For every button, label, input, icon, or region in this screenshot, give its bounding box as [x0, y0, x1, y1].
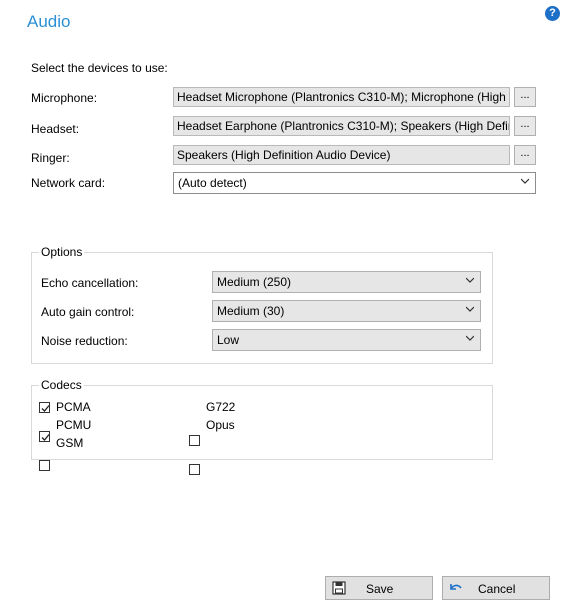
- pcma-checkbox[interactable]: [39, 402, 50, 413]
- opus-checkbox[interactable]: [189, 464, 200, 475]
- floppy-disk-icon: [332, 581, 346, 595]
- chevron-down-icon: [466, 277, 474, 283]
- pcmu-checkbox[interactable]: [39, 431, 50, 442]
- g722-label: G722: [206, 400, 236, 414]
- check-icon: [41, 405, 50, 412]
- noise-reduction-select[interactable]: Low: [212, 329, 481, 351]
- devices-intro: Select the devices to use:: [31, 61, 168, 75]
- chevron-down-icon: [466, 306, 474, 312]
- network-card-select[interactable]: (Auto detect): [173, 172, 536, 194]
- ringer-browse-button[interactable]: ...: [514, 145, 536, 165]
- cancel-button[interactable]: Cancel: [442, 576, 550, 600]
- save-button[interactable]: Save: [325, 576, 433, 600]
- opus-label: Opus: [206, 418, 235, 432]
- page-title: Audio: [27, 12, 71, 31]
- headset-field[interactable]: Headset Earphone (Plantronics C310-M); S…: [173, 116, 510, 136]
- check-icon: [41, 434, 50, 441]
- options-title: Options: [39, 245, 85, 259]
- pcma-label: PCMA: [56, 400, 91, 414]
- codecs-group: [31, 385, 493, 460]
- cancel-label: Cancel: [478, 582, 516, 596]
- gsm-label: GSM: [56, 436, 84, 450]
- ringer-label: Ringer:: [31, 151, 70, 165]
- network-card-value: (Auto detect): [178, 176, 247, 190]
- codecs-title: Codecs: [39, 378, 84, 392]
- auto-gain-label: Auto gain control:: [41, 305, 135, 319]
- microphone-label: Microphone:: [31, 91, 98, 105]
- headset-browse-button[interactable]: ...: [514, 116, 536, 136]
- chevron-down-icon: [466, 335, 474, 341]
- undo-arrow-icon: [450, 584, 462, 590]
- chevron-down-icon: [521, 178, 529, 184]
- auto-gain-select[interactable]: Medium (30): [212, 300, 481, 322]
- microphone-field[interactable]: Headset Microphone (Plantronics C310-M);…: [173, 87, 510, 107]
- echo-cancellation-select[interactable]: Medium (250): [212, 271, 481, 293]
- network-card-label: Network card:: [31, 176, 106, 190]
- auto-gain-value: Medium (30): [217, 304, 285, 318]
- noise-reduction-label: Noise reduction:: [41, 334, 128, 348]
- help-icon[interactable]: ?: [545, 6, 560, 21]
- save-label: Save: [366, 582, 394, 596]
- echo-cancellation-label: Echo cancellation:: [41, 276, 139, 290]
- g722-checkbox[interactable]: [189, 435, 200, 446]
- microphone-browse-button[interactable]: ...: [514, 87, 536, 107]
- ringer-field[interactable]: Speakers (High Definition Audio Device): [173, 145, 510, 165]
- gsm-checkbox[interactable]: [39, 460, 50, 471]
- headset-label: Headset:: [31, 122, 80, 136]
- pcmu-label: PCMU: [56, 418, 92, 432]
- noise-reduction-value: Low: [217, 333, 240, 347]
- echo-cancellation-value: Medium (250): [217, 275, 292, 289]
